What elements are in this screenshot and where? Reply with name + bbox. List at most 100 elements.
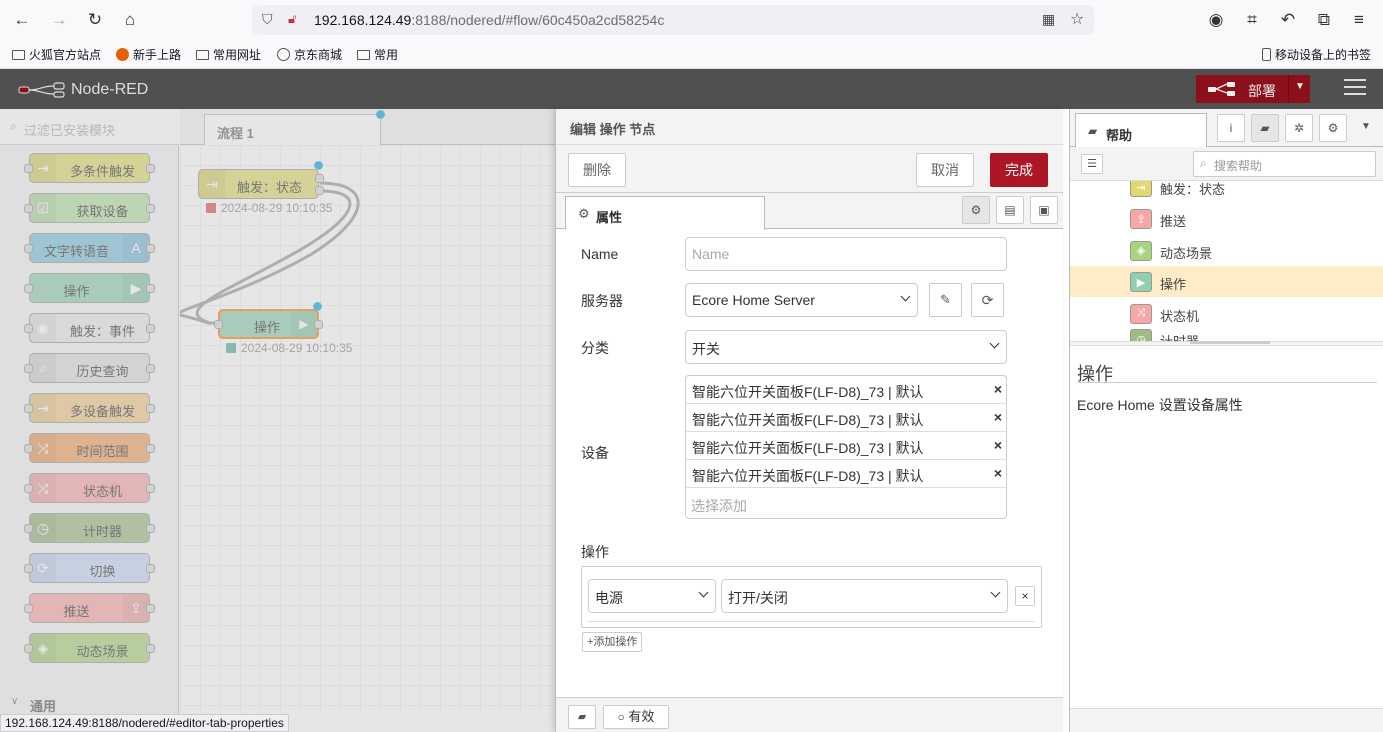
nodered-header: Node-RED 部署 ▼	[0, 69, 1383, 109]
bookmark-common-sites[interactable]: 常用网址	[196, 46, 261, 63]
remove-device-icon[interactable]: ×	[994, 465, 1002, 481]
remove-device-icon[interactable]: ×	[994, 409, 1002, 425]
properties-tab-label: 属性	[596, 210, 623, 225]
gear-icon[interactable]: ⚙	[1319, 114, 1347, 142]
tree-item-label: 操作	[1160, 277, 1187, 292]
nodered-logo-icon	[18, 82, 65, 98]
operation-value-select[interactable]: 打开/关闭	[721, 579, 1008, 613]
tree-item-partial[interactable]: ⇥ 触发：状态	[1070, 181, 1383, 202]
caret-down-icon[interactable]: ▼	[1295, 81, 1305, 92]
device-add-input[interactable]: 选择添加	[691, 496, 747, 516]
bookmark-common[interactable]: 常用	[357, 46, 398, 63]
deploy-button[interactable]: 部署 ▼	[1196, 75, 1310, 103]
main-menu-button[interactable]	[1344, 79, 1366, 99]
tree-item[interactable]: ▶ 操作	[1070, 266, 1383, 297]
browser-toolbar: ← → ↻ ⌂ ⛉ 🔓︎ 192.168.124.49:8188/nodered…	[0, 0, 1383, 40]
node-type-icon: ⇪	[1130, 209, 1152, 229]
reload-icon[interactable]: ↻	[83, 8, 107, 32]
undo-icon[interactable]: ↶	[1276, 8, 1300, 32]
remove-operation-button[interactable]: ×	[1015, 586, 1035, 606]
tree-item-timer[interactable]: ◷ 计时器	[1070, 323, 1383, 341]
name-label: Name	[581, 246, 619, 262]
help-search[interactable]: ⌕ 搜索帮助	[1193, 151, 1376, 177]
tree-item-label: 状态机	[1160, 308, 1200, 324]
tab-properties[interactable]: ⚙ 属性	[565, 196, 765, 230]
folder-icon	[357, 49, 370, 60]
shield-icon[interactable]: ⛉	[262, 11, 273, 28]
deploy-icon	[1208, 82, 1235, 96]
sidebar: ▰ 帮助 i ▰ ✲ ⚙ ▼ ☰ ⌕ 搜索帮助 ⇥ 触发：状态 ⇪ 推送 ◈ 动态场景…	[1069, 109, 1383, 732]
sidebar-tabs: ▰ 帮助 i ▰ ✲ ⚙ ▼	[1070, 109, 1383, 148]
server-label: 服务器	[581, 293, 623, 309]
cancel-button[interactable]: 取消	[916, 153, 974, 187]
help-book-button[interactable]: ▰	[568, 705, 596, 729]
refresh-server-button[interactable]: ⟳	[971, 283, 1004, 317]
tree-item[interactable]: ◈ 动态场景	[1070, 235, 1383, 266]
folder-icon	[12, 49, 25, 60]
description-tab-icon[interactable]: ▤	[996, 196, 1024, 224]
tray-toolbar: 删除 取消 完成	[556, 145, 1063, 193]
app-title: Node-RED	[71, 81, 149, 98]
help-tab-label: 帮助	[1106, 128, 1133, 143]
url-bar[interactable]: ⛉ 🔓︎ 192.168.124.49:8188/nodered/#flow/6…	[252, 5, 1094, 35]
firefox-icon	[116, 48, 129, 61]
bookmark-mobile[interactable]: 移动设备上的书签	[1262, 46, 1371, 63]
url-path: :8188/nodered/#flow/60c450a2cd58254c	[411, 12, 665, 28]
extensions-icon[interactable]: ⧉	[1312, 8, 1336, 32]
back-icon[interactable]: ←	[10, 8, 34, 32]
qr-code-icon[interactable]: ▦	[1042, 11, 1055, 28]
crop-icon[interactable]: ⌗	[1240, 8, 1264, 32]
tree-item[interactable]: ⇪ 推送	[1070, 203, 1383, 234]
server-value: Ecore Home Server	[692, 292, 815, 308]
forward-icon[interactable]: →	[47, 8, 71, 32]
insecure-lock-icon[interactable]: 🔓︎	[288, 11, 296, 27]
server-select[interactable]: Ecore Home Server	[685, 283, 918, 317]
account-icon[interactable]: ◉	[1204, 8, 1228, 32]
editor-modal-shade	[0, 109, 555, 732]
device-tag: 智能六位开关面板F(LF-D8)_73 | 默认 ×	[686, 376, 1006, 404]
bookmark-star-icon[interactable]: ☆	[1070, 9, 1084, 29]
operation-label: 操作	[581, 544, 609, 560]
book-icon: ▰	[1088, 124, 1098, 138]
bookmark-firefox[interactable]: 火狐官方站点	[12, 46, 101, 63]
scrollbar-thumb[interactable]	[1190, 341, 1270, 344]
bookmark-getting-started[interactable]: 新手上路	[116, 46, 181, 63]
node-type-icon: ◈	[1130, 240, 1152, 261]
tab-help[interactable]: ▰ 帮助	[1075, 113, 1207, 148]
edit-server-button[interactable]: ✎	[929, 283, 962, 317]
category-label: 分类	[581, 340, 609, 356]
list-icon[interactable]: ☰	[1081, 154, 1103, 174]
deploy-label: 部署	[1248, 83, 1276, 99]
name-field[interactable]: Name	[685, 237, 1007, 271]
remove-device-icon[interactable]: ×	[994, 437, 1002, 453]
help-description: Ecore Home 设置设备属性	[1077, 397, 1243, 413]
info-icon[interactable]: i	[1217, 114, 1245, 142]
appearance-tab-icon[interactable]: ▣	[1030, 196, 1058, 224]
tray-footer: ▰ ○ 有效	[556, 697, 1063, 732]
sign-in-icon: ⇥	[1130, 181, 1152, 197]
chevron-down-icon	[990, 587, 1001, 598]
help-search-input[interactable]: 搜索帮助	[1214, 157, 1262, 174]
bookmark-jd[interactable]: 京东商城	[277, 46, 342, 63]
home-icon[interactable]: ⌂	[118, 8, 142, 32]
done-button[interactable]: 完成	[990, 153, 1048, 187]
sidebar-footer	[1070, 708, 1383, 732]
help-divider	[1077, 382, 1377, 383]
timer-icon: ◷	[1130, 329, 1152, 341]
app-menu-icon[interactable]: ≡	[1347, 8, 1371, 32]
url-host: 192.168.124.49	[314, 12, 412, 28]
chevron-down-icon	[900, 291, 911, 302]
device-tag: 智能六位开关面板F(LF-D8)_73 | 默认 ×	[686, 404, 1006, 432]
add-operation-button[interactable]: +添加操作	[582, 632, 643, 652]
operation-property-select[interactable]: 电源	[588, 579, 716, 613]
settings-tab-icon[interactable]: ⚙	[962, 196, 990, 224]
delete-button[interactable]: 删除	[568, 153, 626, 187]
device-multiselect[interactable]: 智能六位开关面板F(LF-D8)_73 | 默认 × 智能六位开关面板F(LF-…	[685, 375, 1007, 519]
caret-down-icon[interactable]: ▼	[1361, 121, 1371, 132]
book-icon[interactable]: ▰	[1251, 114, 1279, 142]
remove-device-icon[interactable]: ×	[994, 381, 1002, 397]
bug-icon[interactable]: ✲	[1285, 114, 1313, 142]
globe-icon	[277, 48, 290, 61]
category-select[interactable]: 开关	[685, 330, 1007, 364]
enabled-toggle[interactable]: ○ 有效	[603, 705, 669, 729]
